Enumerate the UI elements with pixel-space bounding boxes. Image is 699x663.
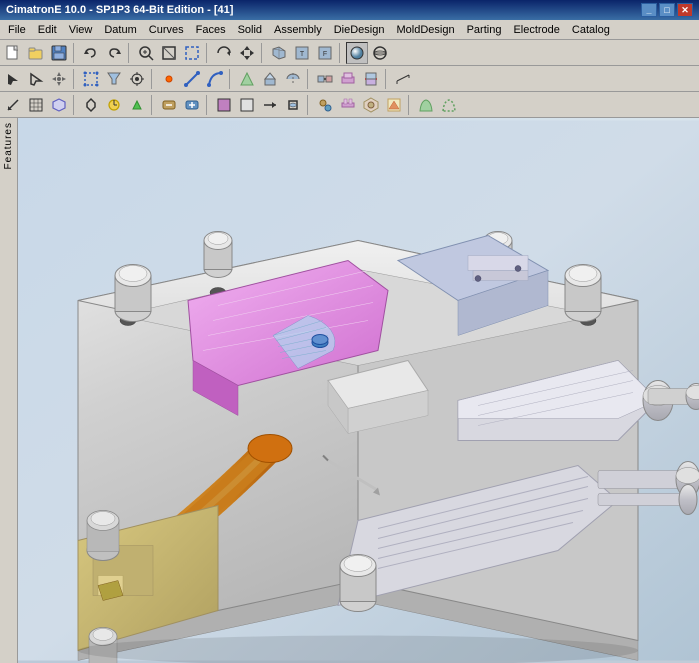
3d-model-svg bbox=[18, 118, 699, 663]
sep-1 bbox=[73, 43, 77, 63]
menu-file[interactable]: File bbox=[2, 22, 32, 38]
menu-datum[interactable]: Datum bbox=[98, 22, 142, 38]
tb2-face[interactable] bbox=[236, 68, 258, 90]
tb-zoom[interactable] bbox=[135, 42, 157, 64]
toolbar-3 bbox=[0, 92, 699, 118]
svg-text:F: F bbox=[323, 51, 327, 58]
sep-8 bbox=[229, 69, 233, 89]
tb2-snap[interactable] bbox=[126, 68, 148, 90]
tb-view-iso[interactable] bbox=[268, 42, 290, 64]
tb2-line[interactable] bbox=[181, 68, 203, 90]
menu-faces[interactable]: Faces bbox=[190, 22, 232, 38]
menu-edit[interactable]: Edit bbox=[32, 22, 63, 38]
tb3-10[interactable] bbox=[282, 94, 304, 116]
tb3-12[interactable] bbox=[337, 94, 359, 116]
maximize-button[interactable]: □ bbox=[659, 3, 675, 17]
toolbar-1: T F bbox=[0, 40, 699, 66]
tb-undo[interactable] bbox=[80, 42, 102, 64]
tb3-6[interactable] bbox=[126, 94, 148, 116]
sep-7 bbox=[151, 69, 155, 89]
features-label: Features bbox=[3, 122, 14, 169]
menu-parting[interactable]: Parting bbox=[461, 22, 508, 38]
tb-save[interactable] bbox=[48, 42, 70, 64]
sep-13 bbox=[206, 95, 210, 115]
sep-10 bbox=[385, 69, 389, 89]
sep-6 bbox=[73, 69, 77, 89]
tb-pan[interactable] bbox=[236, 42, 258, 64]
window-title: CimatronE 10.0 - SP1P3 64-Bit Edition - … bbox=[6, 4, 233, 16]
sep-14 bbox=[307, 95, 311, 115]
tb2-mold[interactable] bbox=[337, 68, 359, 90]
tb2-move[interactable] bbox=[48, 68, 70, 90]
tb-zoomfit[interactable] bbox=[158, 42, 180, 64]
tb3-16[interactable] bbox=[438, 94, 460, 116]
tb-new[interactable] bbox=[2, 42, 24, 64]
tb2-measure[interactable] bbox=[392, 68, 414, 90]
tb-rotate[interactable] bbox=[213, 42, 235, 64]
tb3-4[interactable] bbox=[80, 94, 102, 116]
tb-wireframe[interactable] bbox=[369, 42, 391, 64]
tb2-point[interactable] bbox=[158, 68, 180, 90]
tb3-11[interactable] bbox=[314, 94, 336, 116]
tb3-15[interactable] bbox=[415, 94, 437, 116]
menu-assembly[interactable]: Assembly bbox=[268, 22, 328, 38]
titlebar: CimatronE 10.0 - SP1P3 64-Bit Edition - … bbox=[0, 0, 699, 20]
sep-3 bbox=[206, 43, 210, 63]
tb2-select-arrow[interactable] bbox=[25, 68, 47, 90]
tb2-assemble[interactable] bbox=[314, 68, 336, 90]
svg-text:T: T bbox=[300, 51, 305, 58]
tb3-7[interactable] bbox=[158, 94, 180, 116]
tb-open[interactable] bbox=[25, 42, 47, 64]
sep-9 bbox=[307, 69, 311, 89]
menu-curves[interactable]: Curves bbox=[143, 22, 190, 38]
menu-diedesign[interactable]: DieDesign bbox=[328, 22, 391, 38]
menu-molddesign[interactable]: MoldDesign bbox=[390, 22, 460, 38]
sep-11 bbox=[73, 95, 77, 115]
toolbar-2 bbox=[0, 66, 699, 92]
titlebar-controls: _ □ ✕ bbox=[641, 3, 693, 17]
sep-5 bbox=[339, 43, 343, 63]
sep-15 bbox=[408, 95, 412, 115]
main-area: Features bbox=[0, 118, 699, 663]
tb3-color1[interactable] bbox=[213, 94, 235, 116]
tb2-revolve[interactable] bbox=[282, 68, 304, 90]
viewport[interactable] bbox=[18, 118, 699, 663]
tb-view-front[interactable]: F bbox=[314, 42, 336, 64]
tb-redo[interactable] bbox=[103, 42, 125, 64]
close-button[interactable]: ✕ bbox=[677, 3, 693, 17]
tb2-extrude[interactable] bbox=[259, 68, 281, 90]
menubar: File Edit View Datum Curves Faces Solid … bbox=[0, 20, 699, 40]
tb3-2[interactable] bbox=[25, 94, 47, 116]
minimize-button[interactable]: _ bbox=[641, 3, 657, 17]
tb-select[interactable] bbox=[181, 42, 203, 64]
features-panel: Features bbox=[0, 118, 18, 663]
tb3-5[interactable] bbox=[103, 94, 125, 116]
tb2-curve[interactable] bbox=[204, 68, 226, 90]
sep-12 bbox=[151, 95, 155, 115]
tb3-8[interactable] bbox=[181, 94, 203, 116]
menu-electrode[interactable]: Electrode bbox=[507, 22, 565, 38]
tb3-3[interactable] bbox=[48, 94, 70, 116]
tb3-9[interactable] bbox=[259, 94, 281, 116]
sep-2 bbox=[128, 43, 132, 63]
tb2-box-select[interactable] bbox=[80, 68, 102, 90]
tb2-parting[interactable] bbox=[360, 68, 382, 90]
menu-catalog[interactable]: Catalog bbox=[566, 22, 616, 38]
tb3-color2[interactable] bbox=[236, 94, 258, 116]
sep-4 bbox=[261, 43, 265, 63]
tb3-1[interactable] bbox=[2, 94, 24, 116]
tb-view-top[interactable]: T bbox=[291, 42, 313, 64]
menu-view[interactable]: View bbox=[63, 22, 99, 38]
tb-shade[interactable] bbox=[346, 42, 368, 64]
tb3-13[interactable] bbox=[360, 94, 382, 116]
tb2-arrow[interactable] bbox=[2, 68, 24, 90]
tb2-filter[interactable] bbox=[103, 68, 125, 90]
tb3-14[interactable] bbox=[383, 94, 405, 116]
menu-solid[interactable]: Solid bbox=[232, 22, 268, 38]
